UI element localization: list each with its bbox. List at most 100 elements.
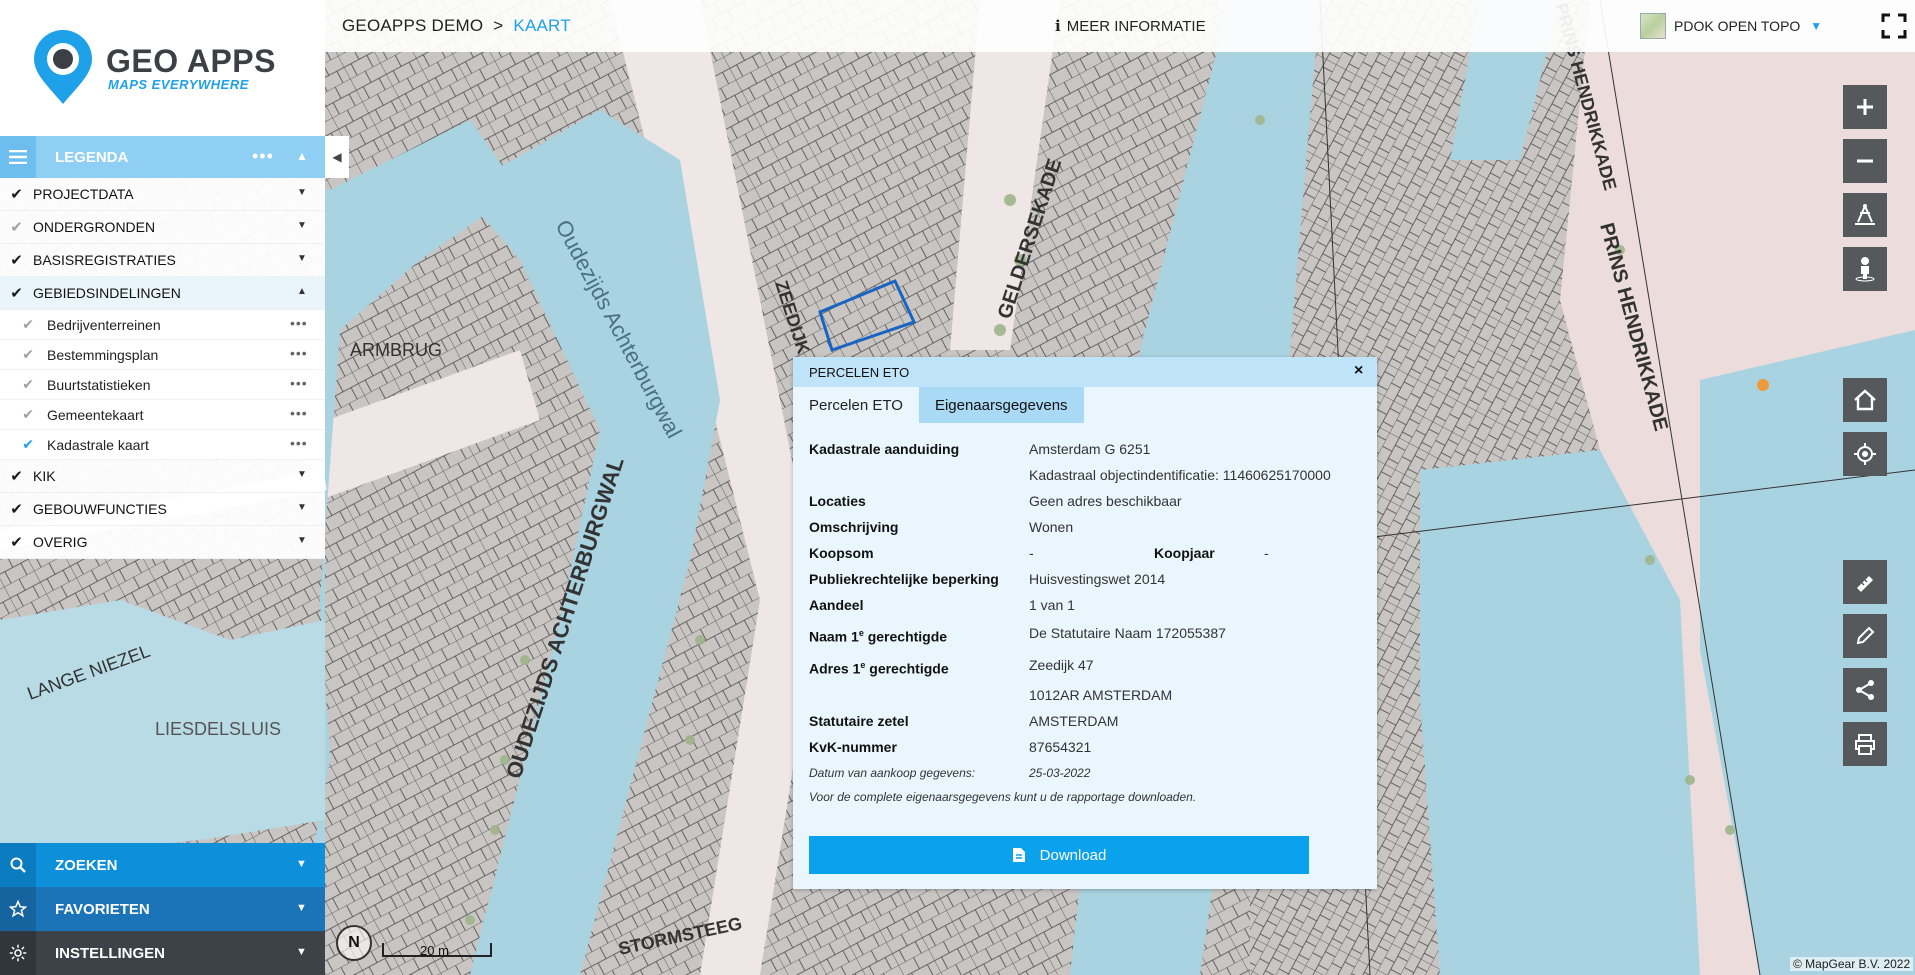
check-icon[interactable]: ✔ bbox=[0, 218, 33, 236]
settings-label: INSTELLINGEN bbox=[55, 944, 166, 962]
download-button[interactable]: Download bbox=[809, 836, 1309, 874]
check-icon[interactable]: ✔ bbox=[0, 185, 33, 203]
top-bar: GEOAPPS DEMO > KAART i MEER INFORMATIE PDO… bbox=[325, 0, 1915, 52]
more-options-icon[interactable]: ••• bbox=[290, 345, 308, 361]
feature-info-popup: PERCELEN ETO × Percelen ETO Eigenaarsgeg… bbox=[793, 357, 1377, 889]
geoapps-pin-icon bbox=[34, 30, 92, 104]
home-button[interactable] bbox=[1843, 378, 1887, 422]
field-label: Koopsom bbox=[809, 545, 874, 561]
check-icon[interactable]: ✔ bbox=[0, 467, 33, 485]
chevron-down-icon: ▼ bbox=[296, 858, 307, 870]
zoom-out-button[interactable] bbox=[1843, 139, 1887, 183]
collapse-sidebar-button[interactable]: ◀ bbox=[325, 136, 349, 178]
settings-panel-toggle[interactable]: INSTELLINGEN ▼ bbox=[0, 931, 325, 975]
edit-button[interactable] bbox=[1843, 614, 1887, 658]
north-arrow-compass[interactable]: N bbox=[336, 925, 372, 961]
legend-layer-kadastrale-kaart[interactable]: ✔ Kadastrale kaart ••• bbox=[0, 430, 325, 460]
legend-group-overig[interactable]: ✔ OVERIG ▼ bbox=[0, 526, 325, 559]
field-omschrijving: Omschrijving Wonen bbox=[809, 515, 1369, 541]
more-options-icon[interactable]: ••• bbox=[290, 375, 308, 391]
field-label-text: Adres 1 bbox=[809, 660, 861, 677]
legend-group-basisregistraties[interactable]: ✔ BASISREGISTRATIES ▼ bbox=[0, 244, 325, 277]
zoom-in-button[interactable] bbox=[1843, 85, 1887, 129]
field-label-tail: gerechtigde bbox=[865, 660, 949, 677]
gear-icon bbox=[0, 931, 36, 975]
legend-header[interactable]: LEGENDA ••• ▲ bbox=[0, 136, 325, 178]
check-icon[interactable]: ✔ bbox=[0, 346, 47, 363]
legend-list: ✔ PROJECTDATA ▼ ✔ ONDERGRONDEN ▼ ✔ BASISREGIS… bbox=[0, 178, 325, 559]
legend-title: LEGENDA bbox=[55, 148, 129, 166]
share-button[interactable] bbox=[1843, 668, 1887, 712]
field-value: Zeedijk 47 bbox=[1029, 657, 1094, 673]
app-logo[interactable]: GEO APPS MAPS EVERYWHERE bbox=[0, 0, 325, 136]
chevron-down-icon[interactable]: ▼ bbox=[297, 220, 307, 231]
legend-group-projectdata[interactable]: ✔ PROJECTDATA ▼ bbox=[0, 178, 325, 211]
brand-tagline: MAPS EVERYWHERE bbox=[108, 77, 249, 92]
chevron-up-icon[interactable]: ▲ bbox=[296, 149, 308, 163]
field-value: - bbox=[1264, 545, 1269, 561]
favorites-panel-toggle[interactable]: FAVORIETEN ▼ bbox=[0, 887, 325, 931]
field-value: Wonen bbox=[1029, 519, 1074, 535]
check-icon[interactable]: ✔ bbox=[0, 284, 33, 302]
chevron-down-icon[interactable]: ▼ bbox=[297, 253, 307, 264]
legend-layer-bestemmingsplan[interactable]: ✔ Bestemmingsplan ••• bbox=[0, 340, 325, 370]
breadcrumb: GEOAPPS DEMO > KAART bbox=[342, 16, 571, 36]
field-adres-line-2: 1012AR AMSTERDAM bbox=[809, 683, 1369, 709]
draw-button[interactable] bbox=[1843, 560, 1887, 604]
check-icon[interactable]: ✔ bbox=[0, 376, 47, 393]
legend-group-label: OVERIG bbox=[33, 534, 88, 550]
field-label: Aandeel bbox=[809, 597, 864, 613]
legend-layer-bedrijventerreinen[interactable]: ✔ Bedrijventerreinen ••• bbox=[0, 310, 325, 340]
check-icon[interactable]: ✔ bbox=[0, 436, 47, 453]
breadcrumb-current[interactable]: KAART bbox=[513, 16, 570, 35]
hamburger-menu-icon[interactable] bbox=[0, 136, 36, 178]
legend-layer-buurtstatistieken[interactable]: ✔ Buurtstatistieken ••• bbox=[0, 370, 325, 400]
more-options-icon[interactable]: ••• bbox=[252, 146, 274, 167]
more-info-button[interactable]: i MEER INFORMATIE bbox=[1055, 0, 1206, 52]
field-datum-aankoop: Datum van aankoop gegevens: 25-03-2022 bbox=[809, 761, 1369, 785]
more-options-icon[interactable]: ••• bbox=[290, 315, 308, 331]
field-value: 25-03-2022 bbox=[1029, 766, 1091, 780]
check-icon[interactable]: ✔ bbox=[0, 316, 47, 333]
legend-layer-gemeentekaart[interactable]: ✔ Gemeentekaart ••• bbox=[0, 400, 325, 430]
field-label: Datum van aankoop gegevens: bbox=[809, 766, 976, 780]
more-options-icon[interactable]: ••• bbox=[290, 405, 308, 421]
measure-tool-button[interactable] bbox=[1843, 193, 1887, 237]
legend-group-gebiedsindelingen[interactable]: ✔ GEBIEDSINDELINGEN ▲ bbox=[0, 277, 325, 310]
legend-group-kik[interactable]: ✔ KIK ▼ bbox=[0, 460, 325, 493]
legend-group-label: KIK bbox=[33, 468, 56, 484]
check-icon[interactable]: ✔ bbox=[0, 533, 33, 551]
plus-icon bbox=[1857, 99, 1873, 115]
check-icon[interactable]: ✔ bbox=[0, 500, 33, 518]
legend-group-ondergronden[interactable]: ✔ ONDERGRONDEN ▼ bbox=[0, 211, 325, 244]
search-panel-toggle[interactable]: ZOEKEN ▼ bbox=[0, 843, 325, 887]
map-copyright: © MapGear B.V. 2022 bbox=[1790, 957, 1914, 971]
legend-group-gebouwfuncties[interactable]: ✔ GEBOUWFUNCTIES ▼ bbox=[0, 493, 325, 526]
fullscreen-button[interactable] bbox=[1873, 0, 1915, 52]
more-options-icon[interactable]: ••• bbox=[290, 435, 308, 451]
street-view-button[interactable] bbox=[1843, 247, 1887, 291]
legend-layer-label: Gemeentekaart bbox=[47, 406, 144, 423]
chevron-down-icon[interactable]: ▼ bbox=[297, 187, 307, 198]
field-label-text: Naam 1 bbox=[809, 628, 859, 645]
person-icon bbox=[1855, 257, 1875, 282]
check-icon[interactable]: ✔ bbox=[0, 251, 33, 269]
tab-percelen-eto[interactable]: Percelen ETO bbox=[793, 387, 919, 423]
legend-layer-label: Buurtstatistieken bbox=[47, 376, 151, 393]
tab-eigenaarsgegevens[interactable]: Eigenaarsgegevens bbox=[918, 387, 1084, 423]
chevron-down-icon[interactable]: ▼ bbox=[297, 502, 307, 513]
close-icon[interactable]: × bbox=[1354, 362, 1363, 380]
field-label: Omschrijving bbox=[809, 519, 899, 535]
breadcrumb-root[interactable]: GEOAPPS DEMO bbox=[342, 16, 483, 35]
basemap-selector[interactable]: PDOK OPEN TOPO ▼ bbox=[1640, 0, 1822, 52]
field-label-tail: gerechtigde bbox=[863, 628, 948, 645]
check-icon[interactable]: ✔ bbox=[0, 406, 47, 423]
map-label-armbrug: ARMBRUG bbox=[350, 340, 442, 360]
chevron-down-icon[interactable]: ▼ bbox=[297, 535, 307, 546]
print-button[interactable] bbox=[1843, 722, 1887, 766]
chevron-down-icon[interactable]: ▼ bbox=[297, 469, 307, 480]
my-location-button[interactable] bbox=[1843, 432, 1887, 476]
chevron-up-icon[interactable]: ▲ bbox=[297, 286, 307, 297]
field-value: De Statutaire Naam 172055387 bbox=[1029, 625, 1226, 641]
field-label: Naam 1e gerechtigde bbox=[809, 628, 947, 645]
